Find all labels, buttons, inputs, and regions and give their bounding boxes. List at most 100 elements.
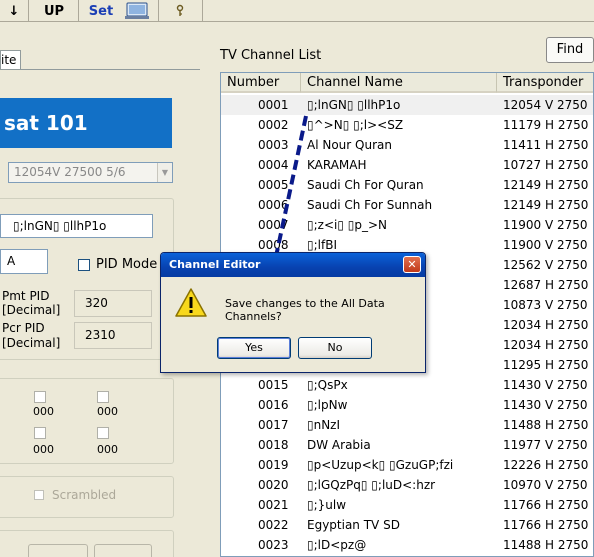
row-transponder: 10727 H 2750 bbox=[503, 158, 589, 172]
channel-row[interactable]: 0021 ▯;}ulw 11766 H 2750 bbox=[221, 495, 593, 515]
channel-row[interactable]: 0018 DW Arabia 11977 V 2750 bbox=[221, 435, 593, 455]
transponder-value: 12054V 27500 5/6 bbox=[14, 165, 126, 179]
row-transponder: 11488 H 2750 bbox=[503, 538, 589, 552]
channel-list-title: TV Channel List bbox=[220, 48, 322, 63]
secondary-field-value: A bbox=[7, 254, 16, 268]
channel-row[interactable]: 0016 ▯;lpNw 11430 V 2750 bbox=[221, 395, 593, 415]
audio-value-2: 000 bbox=[97, 405, 118, 418]
pmt-pid-field[interactable]: 320 bbox=[74, 290, 152, 317]
row-channel-name: ▯;lnGN▯ ▯llhP1o bbox=[307, 98, 401, 112]
channel-name-field[interactable]: ▯;lnGN▯ ▯llhP1o bbox=[0, 214, 153, 238]
pid-mode-checkbox[interactable] bbox=[78, 259, 90, 271]
row-channel-name: ▯p<Uzup<k▯ ▯GzuGP;fzi bbox=[307, 458, 454, 472]
yes-button[interactable]: Yes bbox=[217, 337, 291, 359]
audio-value-1: 000 bbox=[33, 405, 54, 418]
monitor-icon[interactable] bbox=[122, 0, 152, 22]
row-transponder: 12034 H 2750 bbox=[503, 318, 589, 332]
toolbar-separator bbox=[202, 0, 203, 22]
pcr-pid-field[interactable]: 2310 bbox=[74, 322, 152, 349]
bottom-button-1[interactable] bbox=[28, 544, 88, 557]
bottom-button-2[interactable] bbox=[94, 544, 152, 557]
header-channel-name[interactable]: Channel Name bbox=[301, 73, 497, 93]
channel-row[interactable]: 0017 ▯nNzI 11488 H 2750 bbox=[221, 415, 593, 435]
toolbar-separator bbox=[158, 0, 159, 22]
audio-group bbox=[0, 378, 174, 464]
row-number: 0015 bbox=[258, 378, 289, 392]
find-label: Find bbox=[556, 42, 584, 57]
channel-editor-dialog: Channel Editor ✕ Save changes to the All… bbox=[160, 252, 426, 373]
row-number: 0020 bbox=[258, 478, 289, 492]
tab-label: ite bbox=[1, 53, 17, 67]
row-transponder: 10873 V 2750 bbox=[503, 298, 588, 312]
pcr-pid-value: 2310 bbox=[85, 328, 116, 342]
dialog-titlebar: Channel Editor bbox=[161, 253, 425, 277]
move-up-button[interactable]: UP bbox=[34, 0, 74, 22]
header-transponder[interactable]: Transponder bbox=[497, 73, 593, 93]
row-number: 0023 bbox=[258, 538, 289, 552]
row-channel-name: ▯;lGQzPq▯ ▯;luD<:hzr bbox=[307, 478, 436, 492]
move-up-label: UP bbox=[43, 3, 65, 19]
row-transponder: 11900 V 2750 bbox=[503, 238, 588, 252]
row-transponder: 10970 V 2750 bbox=[503, 478, 588, 492]
transponder-select[interactable]: 12054V 27500 5/6 ▼ bbox=[8, 162, 173, 183]
audio-checkbox-2[interactable] bbox=[97, 391, 109, 403]
header-number-label: Number bbox=[227, 75, 280, 90]
row-transponder: 12562 V 2750 bbox=[503, 258, 588, 272]
row-transponder: 12226 H 2750 bbox=[503, 458, 589, 472]
find-button[interactable]: Find bbox=[546, 37, 594, 63]
row-channel-name: ▯;}ulw bbox=[307, 498, 347, 512]
row-number: 0016 bbox=[258, 398, 289, 412]
row-transponder: 11179 H 2750 bbox=[503, 118, 589, 132]
row-channel-name: ▯;z<i▯ ▯p_>N bbox=[307, 218, 388, 232]
toolbar-separator bbox=[28, 0, 29, 22]
row-transponder: 11295 H 2750 bbox=[503, 358, 589, 372]
row-number: 0017 bbox=[258, 418, 289, 432]
row-transponder: 12687 H 2750 bbox=[503, 278, 589, 292]
row-number: 0018 bbox=[258, 438, 289, 452]
move-down-button[interactable]: ↓ bbox=[0, 0, 28, 22]
key-icon[interactable] bbox=[166, 0, 194, 22]
chevron-down-icon[interactable]: ▼ bbox=[157, 163, 172, 182]
scrambled-checkbox[interactable] bbox=[34, 490, 44, 500]
audio-value-3: 000 bbox=[33, 443, 54, 456]
pcr-decimal-label: [Decimal] bbox=[2, 336, 61, 350]
row-channel-name: Egyptian TV SD bbox=[307, 518, 400, 532]
row-channel-name: DW Arabia bbox=[307, 438, 371, 452]
secondary-field[interactable]: A bbox=[0, 249, 48, 274]
set-label: Set bbox=[88, 3, 114, 19]
row-number: 0019 bbox=[258, 458, 289, 472]
row-channel-name: ▯;lD<pz@ bbox=[307, 538, 367, 552]
row-channel-name: ▯^>N▯ ▯;l><SZ bbox=[307, 118, 404, 132]
channel-row[interactable]: 0023 ▯;lD<pz@ 11488 H 2750 bbox=[221, 535, 593, 555]
audio-checkbox-1[interactable] bbox=[34, 391, 46, 403]
row-transponder: 12054 V 2750 bbox=[503, 98, 588, 112]
row-number: 0022 bbox=[258, 518, 289, 532]
row-channel-name: KARAMAH bbox=[307, 158, 367, 172]
channel-row[interactable]: 0020 ▯;lGQzPq▯ ▯;luD<:hzr 10970 V 2750 bbox=[221, 475, 593, 495]
row-channel-name: ▯;lpNw bbox=[307, 398, 348, 412]
pmt-decimal-label: [Decimal] bbox=[2, 303, 61, 317]
channel-row[interactable]: 0022 Egyptian TV SD 11766 H 2750 bbox=[221, 515, 593, 535]
row-channel-name: ▯nNzI bbox=[307, 418, 341, 432]
dialog-message: Save changes to the All Data Channels? bbox=[225, 297, 385, 323]
close-icon[interactable]: ✕ bbox=[403, 256, 421, 273]
channel-row[interactable]: 0015 ▯;QsPx 11430 V 2750 bbox=[221, 375, 593, 395]
no-label: No bbox=[327, 341, 343, 354]
row-channel-name: ▯;QsPx bbox=[307, 378, 348, 392]
header-channel-name-label: Channel Name bbox=[307, 75, 403, 90]
row-transponder: 11488 H 2750 bbox=[503, 418, 589, 432]
set-button[interactable]: Set bbox=[84, 0, 118, 22]
channel-row[interactable]: 0019 ▯p<Uzup<k▯ ▯GzuGP;fzi 12226 H 2750 bbox=[221, 455, 593, 475]
tab-satellite[interactable]: ite bbox=[0, 50, 21, 70]
no-button[interactable]: No bbox=[298, 337, 372, 359]
row-transponder: 11977 V 2750 bbox=[503, 438, 588, 452]
pmt-label: Pmt PID bbox=[2, 289, 50, 303]
header-number[interactable]: Number bbox=[221, 73, 301, 93]
satellite-name: sat 101 bbox=[4, 111, 88, 135]
move-down-label: ↓ bbox=[8, 3, 20, 19]
row-transponder: 11430 V 2750 bbox=[503, 398, 588, 412]
audio-checkbox-3[interactable] bbox=[34, 427, 46, 439]
audio-checkbox-4[interactable] bbox=[97, 427, 109, 439]
satellite-title-bar: sat 101 bbox=[0, 98, 172, 148]
audio-value-4: 000 bbox=[97, 443, 118, 456]
